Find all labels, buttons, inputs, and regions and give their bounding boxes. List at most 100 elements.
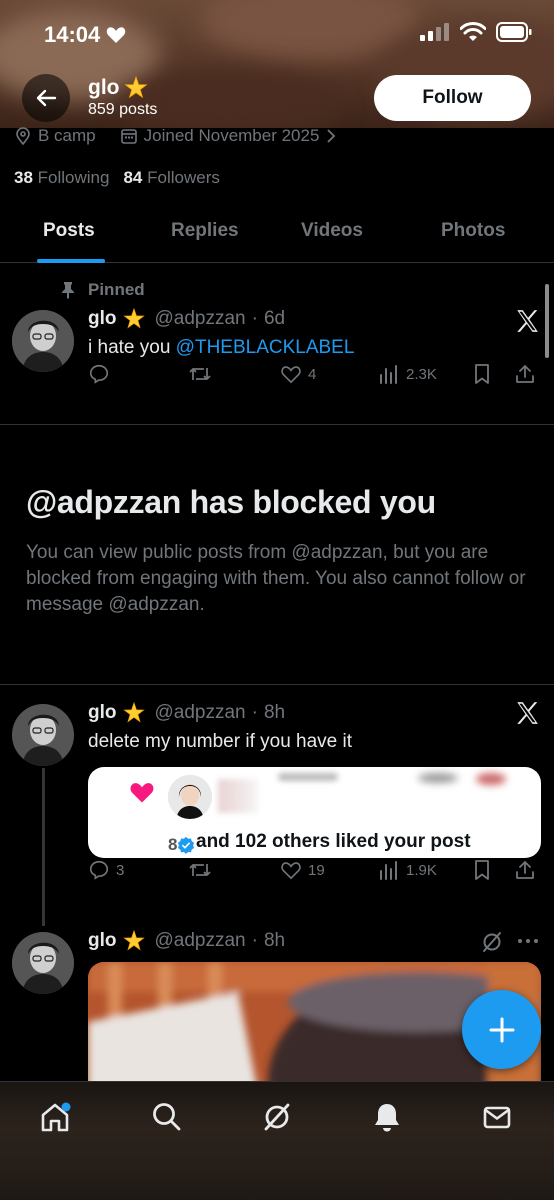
view-count: 1.9K — [406, 861, 437, 879]
author-name[interactable]: glo — [88, 308, 117, 330]
cellular-signal-icon — [420, 23, 449, 41]
status-time: 14:04 — [44, 22, 126, 48]
bookmark-icon[interactable] — [472, 859, 492, 881]
nav-notifications[interactable] — [370, 1100, 404, 1134]
chevron-right-icon[interactable] — [325, 128, 337, 144]
heart-outline-icon — [281, 366, 301, 384]
x-logo-icon[interactable] — [514, 308, 540, 334]
view-count: 2.3K — [406, 365, 437, 383]
compose-post-button[interactable] — [462, 990, 541, 1069]
glowing-star-icon — [122, 702, 145, 723]
verified-badge-icon — [177, 836, 195, 854]
post-time[interactable]: 8h — [264, 930, 285, 952]
post-time[interactable]: 8h — [264, 702, 285, 724]
share-icon[interactable] — [514, 363, 536, 385]
views-button[interactable]: 1.9K — [378, 859, 437, 881]
views-button[interactable]: 2.3K — [378, 363, 437, 385]
profile-joined-date: Joined November 2025 — [143, 126, 320, 145]
follow-button[interactable]: Follow — [374, 75, 531, 121]
glowing-star-icon — [123, 76, 148, 99]
tab-videos[interactable]: Videos — [301, 220, 363, 242]
repost-button[interactable] — [188, 363, 218, 385]
share-icon[interactable] — [514, 859, 536, 881]
grok-icon — [264, 1103, 290, 1131]
author-handle[interactable]: @adpzzan — [155, 930, 246, 952]
profile-location: B camp — [38, 126, 96, 145]
post-time[interactable]: 6d — [264, 308, 285, 330]
followers-link[interactable]: 84 Followers — [123, 168, 219, 188]
avatar-photo — [12, 310, 74, 372]
card-caption: and 102 others liked your post — [196, 831, 471, 852]
home-icon — [41, 1102, 71, 1132]
status-icons — [420, 22, 532, 42]
blurred-avatar — [418, 773, 458, 783]
grok-icon[interactable] — [480, 930, 504, 954]
following-label: Following — [37, 168, 110, 187]
reply-icon — [89, 364, 109, 384]
heart-outline-icon — [281, 862, 301, 880]
tab-photos[interactable]: Photos — [441, 220, 505, 242]
reply-button[interactable]: 3 — [88, 859, 124, 881]
avatar[interactable] — [12, 932, 74, 994]
following-link[interactable]: 38 Following — [14, 168, 109, 188]
tab-replies[interactable]: Replies — [171, 220, 239, 242]
reply-button[interactable] — [88, 363, 116, 385]
profile-meta: B camp Joined November 2025 — [14, 126, 337, 146]
views-icon — [380, 861, 397, 880]
search-icon — [153, 1103, 181, 1131]
nav-messages[interactable] — [480, 1100, 514, 1134]
author-name[interactable]: glo — [88, 930, 117, 952]
like-button[interactable]: 19 — [280, 860, 325, 880]
pinned-indicator: Pinned — [60, 280, 145, 300]
pin-icon — [62, 282, 74, 299]
profile-tabs: Posts Replies Videos Photos — [0, 208, 554, 263]
mention-link[interactable]: @THEBLACKLABEL — [176, 337, 355, 358]
like-button[interactable]: 4 — [280, 364, 316, 384]
author-handle[interactable]: @adpzzan — [155, 702, 246, 724]
envelope-icon — [483, 1106, 511, 1129]
header-post-count: 859 posts — [88, 101, 158, 118]
arrow-left-icon — [36, 89, 57, 107]
location-pin-icon — [16, 127, 30, 145]
nav-search[interactable] — [150, 1100, 184, 1134]
wifi-icon — [460, 22, 486, 41]
nav-grok[interactable] — [260, 1100, 294, 1134]
heart-icon — [107, 27, 126, 43]
followers-label: Followers — [147, 168, 220, 187]
post-text-body: i hate you — [88, 337, 176, 358]
nav-home[interactable] — [38, 1100, 72, 1134]
like-count: 19 — [308, 861, 325, 879]
liker-avatar — [168, 775, 212, 819]
profile-stats: 38 Following 84 Followers — [14, 168, 220, 188]
followers-count: 84 — [123, 168, 143, 187]
back-button[interactable] — [22, 74, 70, 122]
author-name[interactable]: glo — [88, 702, 117, 724]
blurred-avatar — [278, 773, 338, 781]
author-handle[interactable]: @adpzzan — [155, 308, 246, 330]
x-logo-icon[interactable] — [514, 700, 540, 726]
like-count: 4 — [308, 365, 317, 383]
reply-icon — [89, 860, 109, 880]
bottom-navigation — [0, 1081, 554, 1200]
header-name: glo — [88, 76, 148, 100]
blurred-avatar — [476, 773, 506, 785]
divider — [0, 684, 554, 685]
avatar[interactable] — [12, 310, 74, 372]
battery-icon — [496, 22, 532, 42]
more-options-icon[interactable] — [516, 936, 540, 946]
plus-icon — [489, 1017, 514, 1042]
thread-line — [42, 768, 45, 926]
avatar[interactable] — [12, 704, 74, 766]
blurred-avatar — [218, 779, 258, 813]
attached-image-card[interactable]: 8 and 102 others liked your post — [88, 767, 541, 858]
blocked-title: @adpzzan has blocked you — [26, 484, 436, 520]
bookmark-icon[interactable] — [472, 363, 492, 385]
dot-separator: · — [251, 930, 258, 951]
reply-count: 3 — [116, 861, 125, 879]
bell-icon — [375, 1104, 399, 1132]
tab-posts[interactable]: Posts — [43, 220, 95, 242]
repost-button[interactable] — [188, 859, 212, 881]
glowing-star-icon — [122, 930, 145, 951]
scrollbar[interactable] — [545, 284, 549, 358]
blocked-description: You can view public posts from @adpzzan,… — [26, 542, 526, 615]
